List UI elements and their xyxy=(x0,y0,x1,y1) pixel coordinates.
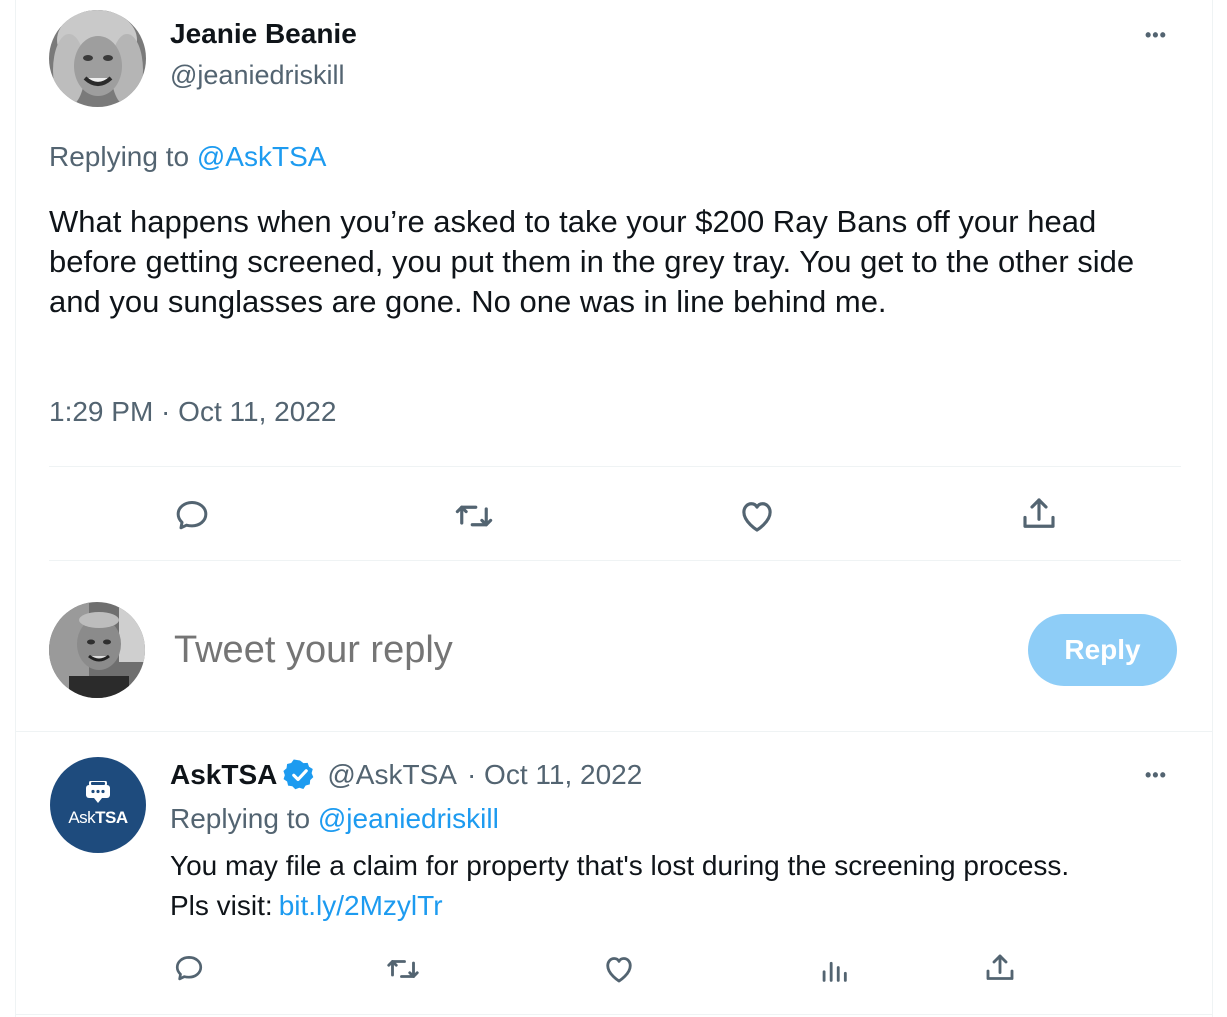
replying-prefix: Replying to xyxy=(170,803,311,834)
divider xyxy=(49,560,1181,561)
author-name[interactable]: Jeanie Beanie xyxy=(170,18,357,50)
replying-to-line: Replying to @jeaniedriskill xyxy=(170,803,499,835)
reply-icon[interactable] xyxy=(172,495,212,535)
verified-badge-icon xyxy=(283,758,317,792)
share-icon[interactable] xyxy=(1018,493,1060,535)
avatar-text-bold: TSA xyxy=(95,808,128,827)
divider xyxy=(49,466,1181,467)
replying-to-line: Replying to @AskTSA xyxy=(49,141,326,173)
reply-text-prefix: Pls visit: xyxy=(170,890,273,921)
author-handle[interactable]: @AskTSA xyxy=(327,759,457,791)
avatar-text-prefix: Ask xyxy=(68,808,96,827)
reply-text: You may file a claim for property that's… xyxy=(170,846,1180,926)
replying-to-link[interactable]: @AskTSA xyxy=(197,141,327,172)
claim-link[interactable]: bit.ly/2MzylTr xyxy=(279,890,443,921)
author-name[interactable]: AskTSA xyxy=(170,759,277,791)
reply-input[interactable] xyxy=(174,624,974,676)
asktsa-avatar[interactable]: AskTSA xyxy=(50,757,146,853)
reply-text-line1: You may file a claim for property that's… xyxy=(170,850,1070,881)
reply-text-line2: Pls visit: bit.ly/2MzylTr xyxy=(170,886,1180,926)
more-options-icon[interactable]: ••• xyxy=(1145,26,1167,44)
reply-icon[interactable] xyxy=(172,951,206,985)
analytics-icon[interactable] xyxy=(817,952,851,986)
author-handle[interactable]: @jeaniedriskill xyxy=(170,60,344,91)
replying-to-link[interactable]: @jeaniedriskill xyxy=(318,803,499,834)
avatar-text: AskTSA xyxy=(50,808,146,828)
reply-button[interactable]: Reply xyxy=(1028,614,1177,686)
divider xyxy=(16,1014,1212,1015)
reply-header: AskTSA @AskTSA · Oct 11, 2022 xyxy=(170,758,642,792)
tweet-timestamp[interactable]: 1:29 PM · Oct 11, 2022 xyxy=(49,396,336,428)
tweet-text: What happens when you’re asked to take y… xyxy=(49,204,1135,319)
user-avatar[interactable] xyxy=(49,602,145,698)
chat-bubble-icon xyxy=(86,781,110,803)
like-icon[interactable] xyxy=(736,495,778,537)
jeanie-avatar[interactable] xyxy=(49,10,146,107)
tweet-date[interactable]: · Oct 11, 2022 xyxy=(467,759,642,791)
retweet-icon[interactable] xyxy=(385,951,421,987)
retweet-icon[interactable] xyxy=(453,495,495,537)
share-icon[interactable] xyxy=(982,950,1018,986)
more-options-icon[interactable]: ••• xyxy=(1145,766,1167,784)
divider xyxy=(16,731,1212,732)
like-icon[interactable] xyxy=(601,951,637,987)
replying-prefix: Replying to xyxy=(49,141,190,172)
